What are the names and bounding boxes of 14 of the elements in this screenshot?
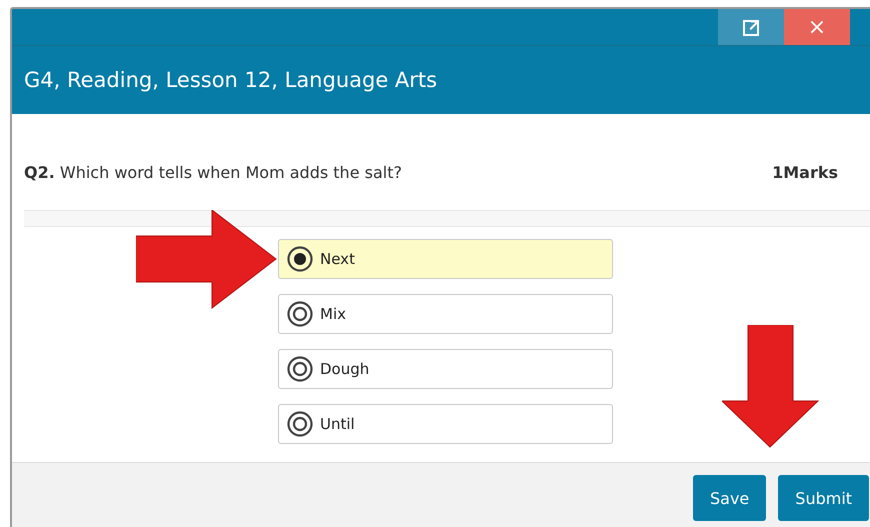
- answer-option[interactable]: Dough: [278, 349, 613, 389]
- radio-icon: [286, 410, 314, 438]
- radio-icon: [286, 355, 314, 383]
- answer-option[interactable]: Next: [278, 239, 613, 279]
- submit-button[interactable]: Submit: [778, 475, 870, 521]
- radio-icon: [286, 300, 314, 328]
- save-button[interactable]: Save: [693, 475, 766, 521]
- radio-icon: [286, 245, 314, 273]
- marks-label: 1Marks: [772, 162, 838, 182]
- question-text: Q2. Which word tells when Mom adds the salt?: [24, 162, 402, 182]
- window-title: G4, Reading, Lesson 12, Language Arts: [24, 68, 438, 92]
- answer-option[interactable]: Mix: [278, 294, 613, 334]
- popout-icon[interactable]: [718, 9, 784, 45]
- answer-option[interactable]: Until: [278, 404, 613, 444]
